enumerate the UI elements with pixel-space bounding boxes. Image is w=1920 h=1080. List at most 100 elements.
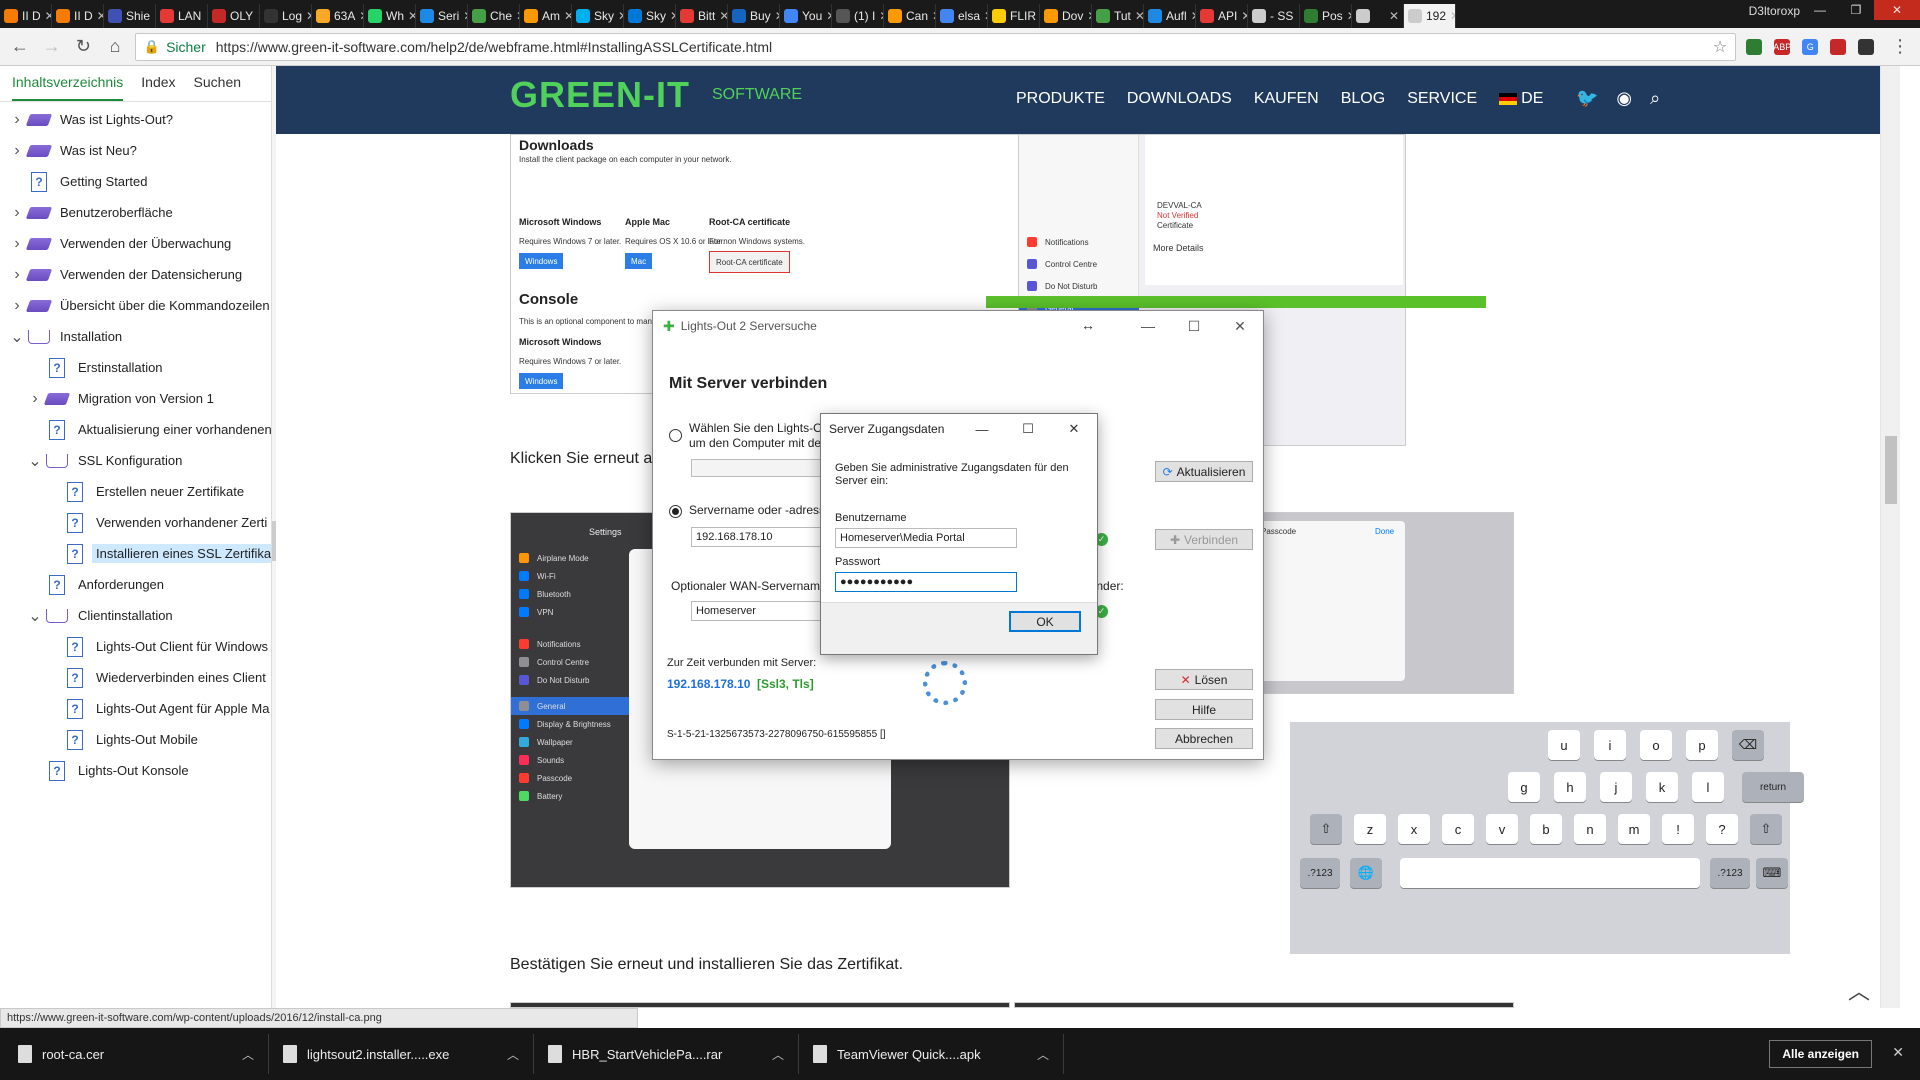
browser-tab[interactable]: You✕ [780,4,832,28]
tab-close-icon[interactable]: ✕ [1389,9,1399,23]
keyboard-key[interactable]: ? [1706,814,1738,844]
toc-item[interactable]: ? Lights-Out Mobile [0,724,271,755]
keyboard-key[interactable]: l [1692,772,1724,802]
browser-tab[interactable]: API✕ [1196,4,1248,28]
refresh-button[interactable]: ⟳ Aktualisieren [1155,461,1253,482]
tab-close-icon[interactable]: ✕ [564,9,571,23]
browser-tab[interactable]: Log✕ [260,4,312,28]
tab-close-icon[interactable]: ✕ [45,9,51,23]
chevron-right-icon[interactable]: › [10,235,24,253]
twitter-icon[interactable]: 🐦 [1576,88,1598,109]
keyboard-key[interactable]: 🌐 [1350,858,1382,888]
keyboard-key[interactable]: i [1594,730,1626,760]
keyboard-key[interactable] [1400,858,1700,888]
browser-tab[interactable]: Sky✕ [572,4,624,28]
search-icon[interactable]: ⌕ [1650,88,1660,109]
extension-icon[interactable] [1746,38,1763,55]
back-icon[interactable]: ← [8,35,32,59]
show-all-downloads-button[interactable]: Alle anzeigen [1769,1040,1872,1068]
browser-tab[interactable]: Am ✕ [520,4,572,28]
credentials-maximize-icon[interactable]: ☐ [1005,414,1051,444]
extension-icon[interactable] [1858,38,1875,55]
address-bar[interactable]: 🔒 Sicher https://www.green-it-software.c… [134,32,1737,61]
browser-tab[interactable]: ✕ [1352,4,1404,28]
dialog-maximize-icon[interactable]: ☐ [1171,311,1217,341]
restore-icon[interactable]: ❐ [1838,0,1874,20]
toc-item[interactable]: › Was ist Lights-Out? [0,104,271,135]
profile-name[interactable]: D3ltoroxp [1749,4,1800,18]
page-scrollbar[interactable] [1880,66,1900,1008]
toc-item[interactable]: ? Wiederverbinden eines Client [0,662,271,693]
chevron-up-icon[interactable]: ︿ [242,1046,254,1063]
help-tab[interactable]: Inhaltsverzeichnis [12,74,124,101]
keyboard-key[interactable]: x [1398,814,1430,844]
keyboard-key[interactable]: m [1618,814,1650,844]
toc-item[interactable]: ? Lights-Out Konsole [0,755,271,786]
toc-item[interactable]: ? Lights-Out Client für Windows [0,631,271,662]
solve-button[interactable]: ✕ Lösen [1155,669,1253,690]
download-item[interactable]: HBR_StartVehiclePa....rar ︿ [548,1034,800,1074]
tab-close-icon[interactable]: ✕ [1241,9,1247,23]
site-nav-item[interactable]: SERVICE [1407,90,1477,108]
browser-tab[interactable]: Pos✕ [1300,4,1352,28]
toc-item[interactable]: ? Verwenden vorhandener Zerti [0,507,271,538]
keyboard-key[interactable]: u [1548,730,1580,760]
browser-tab[interactable]: Sky✕ [624,4,676,28]
ipad-done-button[interactable]: Done [1375,527,1394,536]
keyboard-key[interactable]: ⇧ [1750,814,1782,844]
toc-item[interactable]: › Was ist Neu? [0,135,271,166]
keyboard-key[interactable]: g [1508,772,1540,802]
keyboard-key[interactable]: .?123 [1300,858,1340,888]
toc-item[interactable]: ? Getting Started [0,166,271,197]
browser-tab[interactable]: FLIR✕ [988,4,1040,28]
browser-tab[interactable]: Dov✕ [1040,4,1092,28]
browser-tab[interactable]: Tut ✕ [1092,4,1144,28]
keyboard-key[interactable]: .?123 [1710,858,1750,888]
menu-icon[interactable]: ⋮ [1888,35,1912,59]
toc-item[interactable]: ⌄ Clientinstallation [0,600,271,631]
keyboard-key[interactable]: j [1600,772,1632,802]
help-tab[interactable]: Index [141,74,175,101]
keyboard-key[interactable]: h [1554,772,1586,802]
chevron-down-icon[interactable]: ⌄ [28,606,42,626]
keyboard-key[interactable]: ⇧ [1310,814,1342,844]
extension-icon[interactable]: ABP [1773,38,1791,55]
tab-close-icon[interactable]: ✕ [1450,9,1455,23]
toc-item[interactable]: ? Erstinstallation [0,352,271,383]
download-item[interactable]: TeamViewer Quick....apk ︿ [813,1034,1065,1074]
browser-tab[interactable]: Seri✕ [416,4,468,28]
keyboard-key[interactable]: b [1530,814,1562,844]
connect-button[interactable]: ✚ Verbinden [1155,529,1253,550]
keyboard-key[interactable]: p [1686,730,1718,760]
radio-server-name[interactable] [669,505,682,518]
chevron-up-icon[interactable]: ︿ [1037,1046,1049,1063]
forward-icon[interactable]: → [40,35,64,59]
rss-icon[interactable]: ◉ [1616,88,1632,109]
chevron-right-icon[interactable]: › [10,204,24,222]
toc-item[interactable]: ⌄ SSL Konfiguration [0,445,271,476]
tab-close-icon[interactable]: ✕ [408,9,415,23]
browser-tab[interactable]: elsa✕ [936,4,988,28]
keyboard-key[interactable]: ⌨ [1756,858,1788,888]
bookmark-star-icon[interactable]: ☆ [1713,37,1727,57]
toc-item[interactable]: › Übersicht über die Kommandozeilen [0,290,271,321]
browser-tab[interactable]: 192✕ [1404,4,1456,28]
browser-tab[interactable]: Che✕ [468,4,520,28]
windows-download-button[interactable]: Windows [519,253,564,269]
tab-close-icon[interactable]: ✕ [1135,9,1143,23]
chevron-up-icon[interactable]: ︿ [772,1046,784,1063]
console-download-button[interactable]: Windows [519,373,564,389]
browser-tab[interactable]: II D ✕ [52,4,104,28]
browser-tab[interactable]: Can✕ [884,4,936,28]
browser-tab[interactable]: 63A✕ [312,4,364,28]
chevron-right-icon[interactable]: › [28,390,42,408]
keyboard-key[interactable]: z [1354,814,1386,844]
browser-tab[interactable]: OLY✕ [208,4,260,28]
reload-icon[interactable]: ↻ [71,35,95,59]
browser-tab[interactable]: LAN✕ [156,4,208,28]
download-item[interactable]: lightsout2.installer.....exe ︿ [283,1034,535,1074]
download-item[interactable]: root-ca.cer ︿ [18,1034,270,1074]
extension-icon[interactable]: G [1802,38,1819,55]
browser-tab[interactable]: (1) I✕ [832,4,884,28]
dialog-close-icon[interactable]: ✕ [1217,311,1263,341]
